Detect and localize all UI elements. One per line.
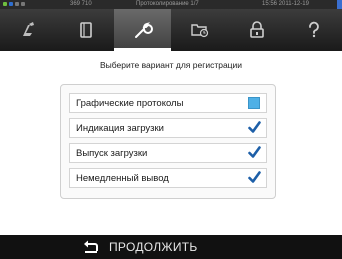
tab-program[interactable] <box>0 9 57 51</box>
status-indicators <box>3 2 33 7</box>
option-graphic-protocols[interactable]: Графические протоколы <box>69 93 267 113</box>
tab-lock[interactable] <box>228 9 285 51</box>
help-icon <box>308 21 319 38</box>
continue-button[interactable]: ПРОДОЛЖИТЬ <box>83 235 198 259</box>
cycle-counter: 369 710 <box>70 1 92 7</box>
bottom-bar: ПРОДОЛЖИТЬ <box>0 235 342 259</box>
option-load-release[interactable]: Выпуск загрузки <box>69 143 267 163</box>
checkbox-checked[interactable] <box>248 121 261 134</box>
option-load-indication[interactable]: Индикация загрузки <box>69 118 267 138</box>
tab-help[interactable] <box>285 9 342 51</box>
program-icon <box>22 22 34 36</box>
checkmark-icon <box>248 121 261 133</box>
options-panel: Графические протоколы Индикация загрузки… <box>60 84 276 199</box>
checkmark-icon <box>248 171 261 183</box>
return-arrow-icon <box>84 240 98 253</box>
selection-prompt: Выберите вариант для регистрации <box>99 60 243 70</box>
option-label: Индикация загрузки <box>76 123 164 134</box>
lock-icon <box>249 21 264 38</box>
document-icon <box>79 22 92 38</box>
option-label: Выпуск загрузки <box>76 148 148 159</box>
option-label: Графические протоколы <box>76 98 184 109</box>
tab-document[interactable] <box>57 9 114 51</box>
status-bar: 369 710 Протоколирование 1/7 15:56 2011-… <box>0 0 342 9</box>
checkbox-checked[interactable] <box>248 171 261 184</box>
option-label: Немедленный вывод <box>76 173 169 184</box>
tab-settings[interactable] <box>114 9 171 51</box>
checkmark-icon <box>248 146 261 158</box>
status-corner-indicator <box>337 0 342 9</box>
checkbox-unchecked[interactable] <box>248 97 260 109</box>
date-time: 15:56 2011-12-19 <box>262 1 309 7</box>
tab-setup[interactable] <box>171 9 228 51</box>
wrench-icon <box>134 22 153 38</box>
tab-bar <box>0 9 342 51</box>
continue-label: ПРОДОЛЖИТЬ <box>109 240 198 254</box>
option-immediate-output[interactable]: Немедленный вывод <box>69 168 267 188</box>
screen-title: Протоколирование 1/7 <box>136 1 199 7</box>
folder-clock-icon <box>190 24 208 38</box>
checkbox-checked[interactable] <box>248 146 261 159</box>
